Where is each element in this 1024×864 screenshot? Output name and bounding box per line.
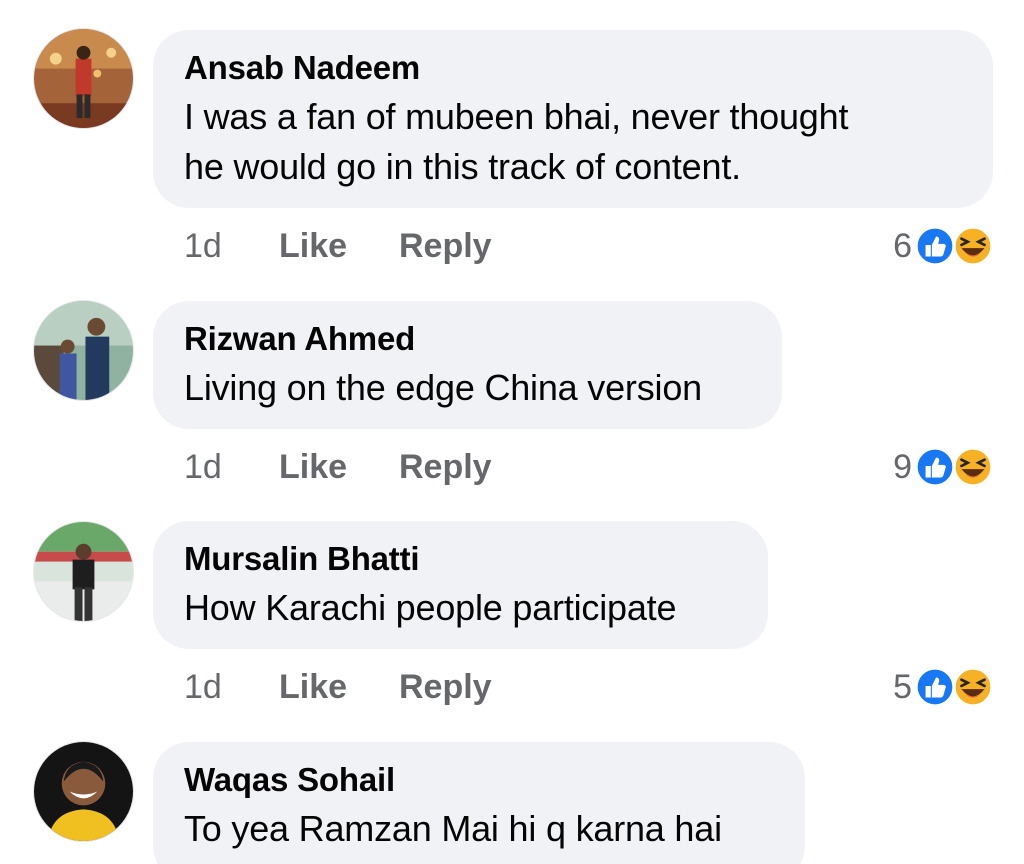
comment-text: I was a fan of mubeen bhai, never though… [184,92,961,192]
like-icon [914,225,956,267]
reaction-summary[interactable]: 9 [893,442,994,492]
like-button[interactable]: Like [279,448,399,487]
comment-text-line: How Karachi people participate [184,587,677,628]
comment-timestamp[interactable]: 1d [184,448,279,487]
reaction-summary[interactable]: 6 [893,221,994,271]
comment-author[interactable]: Waqas Sohail [184,760,773,800]
haha-icon [952,666,994,708]
reaction-count: 9 [893,447,912,486]
avatar[interactable] [33,28,134,129]
haha-icon [952,446,994,488]
reaction-summary[interactable]: 5 [893,662,994,712]
comment-actions: 1d Like Reply [184,442,492,492]
comment-author[interactable]: Ansab Nadeem [184,48,961,88]
comments-feed: Ansab Nadeem I was a fan of mubeen bhai,… [0,0,1024,864]
comment-bubble: Rizwan Ahmed Living on the edge China ve… [153,301,782,429]
comment-timestamp[interactable]: 1d [184,227,279,266]
comment-text: How Karachi people participate [184,583,736,633]
comment-bubble: Ansab Nadeem I was a fan of mubeen bhai,… [153,30,993,208]
comment-bubble: Waqas Sohail To yea Ramzan Mai hi q karn… [153,742,805,864]
avatar[interactable] [33,300,134,401]
comment-timestamp[interactable]: 1d [184,668,279,707]
comment-author[interactable]: Mursalin Bhatti [184,539,736,579]
reaction-count: 6 [893,226,912,265]
comment-text-line: I was a fan of mubeen bhai, never though… [184,96,849,137]
like-button[interactable]: Like [279,668,399,707]
reply-button[interactable]: Reply [399,448,492,487]
comment-bubble: Mursalin Bhatti How Karachi people parti… [153,521,768,649]
reply-button[interactable]: Reply [399,227,492,266]
comment-text: To yea Ramzan Mai hi q karna hai [184,804,773,854]
haha-icon [952,225,994,267]
avatar[interactable] [33,741,134,842]
reply-button[interactable]: Reply [399,668,492,707]
comment-text-line: Living on the edge China version [184,367,702,408]
comment-text: Living on the edge China version [184,363,750,413]
comment-text-line: he would go in this track of content. [184,146,741,187]
comment-author[interactable]: Rizwan Ahmed [184,319,750,359]
comment-actions: 1d Like Reply [184,662,492,712]
like-icon [914,666,956,708]
like-button[interactable]: Like [279,227,399,266]
avatar[interactable] [33,521,134,622]
like-icon [914,446,956,488]
reaction-count: 5 [893,667,912,706]
comment-actions: 1d Like Reply [184,221,492,271]
comment-text-line: To yea Ramzan Mai hi q karna hai [184,808,722,849]
